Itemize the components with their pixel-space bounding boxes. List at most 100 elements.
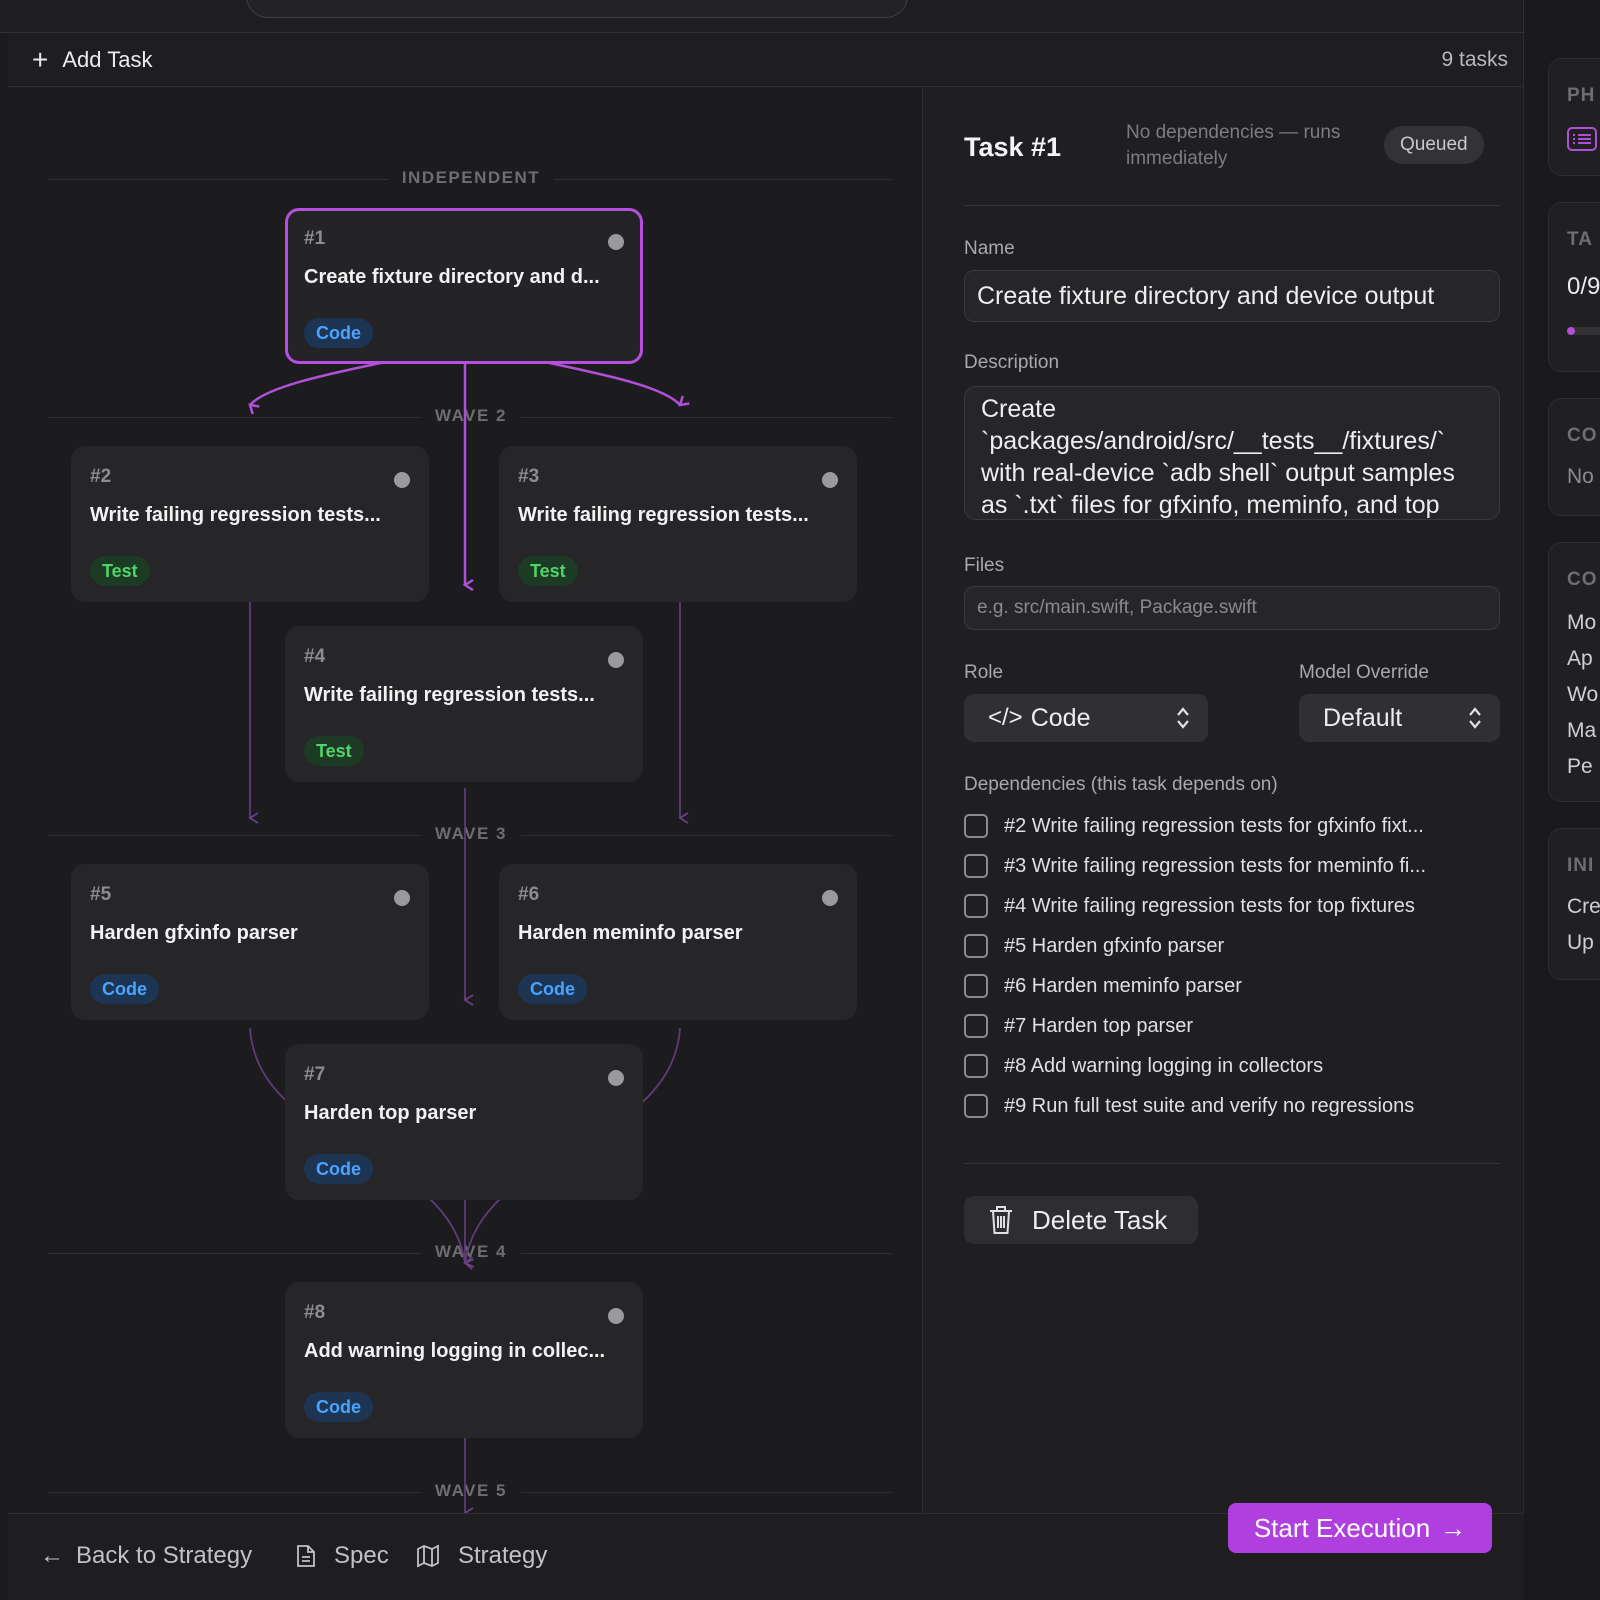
right-sidebar: PH TA 0/9 CO No CO Mo Ap Wo Ma Pe INI Cr… (1524, 0, 1600, 1600)
model-override-label: Model Override (1299, 662, 1429, 683)
dependency-item[interactable]: #9 Run full test suite and verify no reg… (964, 1086, 1524, 1126)
bottom-bar: ← Back to Strategy Spec Strategy Start E… (8, 1503, 1524, 1600)
task-card-1[interactable]: #1 Create fixture directory and d... Cod… (285, 208, 643, 364)
role-badge: Code (304, 1154, 373, 1184)
task-title: Write failing regression tests... (304, 684, 595, 706)
model-select-value: Default (1323, 703, 1403, 732)
task-number: #3 (518, 466, 540, 487)
role-badge: Code (304, 1392, 373, 1422)
sidebar-text: Cre (1567, 895, 1600, 918)
back-to-strategy-button[interactable]: ← Back to Strategy (40, 1542, 252, 1570)
model-override-select[interactable]: Default (1299, 694, 1500, 742)
spec-button[interactable]: Spec (296, 1542, 389, 1570)
checkbox[interactable] (964, 934, 988, 958)
status-dot (822, 890, 838, 906)
checkbox[interactable] (964, 814, 988, 838)
role-badge: Code (90, 974, 159, 1004)
progress-text: 0/9 (1567, 273, 1600, 300)
role-select-value: Code (1030, 703, 1091, 732)
task-card-3[interactable]: #3 Write failing regression tests... Tes… (499, 446, 857, 602)
status-dot (394, 472, 410, 488)
code-icon: </> (988, 704, 1023, 731)
add-task-button[interactable]: + Add Task (32, 45, 152, 75)
trash-icon (990, 1206, 1012, 1234)
status-dot (608, 652, 624, 668)
task-card-4[interactable]: #4 Write failing regression tests... Tes… (285, 626, 643, 782)
progress-fill (1567, 327, 1575, 335)
dependency-list: #2 Write failing regression tests for gf… (964, 806, 1524, 1126)
sidebar-card-ini: INI Cre Up (1548, 828, 1600, 980)
sidebar-heading: CO (1567, 425, 1598, 446)
divider (964, 205, 1500, 206)
role-label: Role (964, 662, 1004, 683)
detail-title: Task #1 (964, 132, 1062, 162)
role-badge: Test (90, 556, 150, 586)
dependency-item[interactable]: #5 Harden gfxinfo parser (964, 926, 1524, 966)
files-field[interactable] (964, 586, 1500, 630)
sidebar-text: Wo (1567, 683, 1599, 706)
sidebar-heading: PH (1567, 85, 1596, 106)
divider (964, 1163, 1500, 1164)
dependency-item[interactable]: #4 Write failing regression tests for to… (964, 886, 1524, 926)
dependency-item[interactable]: #6 Harden meminfo parser (964, 966, 1524, 1006)
task-card-7[interactable]: #7 Harden top parser Code (285, 1044, 643, 1200)
task-number: #7 (304, 1064, 326, 1085)
description-field[interactable]: Create `packages/android/src/__tests__/f… (964, 386, 1500, 520)
arrow-left-icon: ← (40, 1542, 64, 1569)
status-badge: Queued (1384, 126, 1484, 164)
task-title: Harden gfxinfo parser (90, 922, 298, 944)
role-select[interactable]: </> Code (964, 694, 1208, 742)
task-number: #1 (304, 228, 326, 249)
wave-label-5: WAVE 5 (421, 1481, 521, 1501)
task-title: Write failing regression tests... (518, 504, 809, 526)
task-detail-panel: Task #1 No dependencies — runs immediate… (924, 88, 1524, 1513)
task-card-2[interactable]: #2 Write failing regression tests... Tes… (71, 446, 429, 602)
strategy-button[interactable]: Strategy (416, 1542, 547, 1570)
sidebar-text: Ma (1567, 719, 1597, 742)
checkbox[interactable] (964, 854, 988, 878)
task-number: #6 (518, 884, 540, 905)
task-card-5[interactable]: #5 Harden gfxinfo parser Code (71, 864, 429, 1020)
progress-bar (1567, 327, 1600, 335)
dependency-item[interactable]: #7 Harden top parser (964, 1006, 1524, 1046)
dependency-item[interactable]: #2 Write failing regression tests for gf… (964, 806, 1524, 846)
sidebar-text: Up (1567, 931, 1594, 954)
checkbox[interactable] (964, 974, 988, 998)
role-badge: Test (304, 736, 364, 766)
sidebar-heading: INI (1567, 855, 1595, 876)
sidebar-card-tasks: TA 0/9 (1548, 202, 1600, 372)
checkbox[interactable] (964, 1054, 988, 1078)
add-task-label: Add Task (62, 47, 153, 72)
task-number: #2 (90, 466, 112, 487)
sidebar-card-phase: PH (1548, 58, 1600, 176)
checkbox[interactable] (964, 1094, 988, 1118)
status-dot (394, 890, 410, 906)
task-card-8[interactable]: #8 Add warning logging in collec... Code (285, 1282, 643, 1438)
status-dot (608, 234, 624, 250)
top-input-pill[interactable] (246, 0, 908, 18)
chevron-updown-icon (1177, 707, 1189, 729)
files-label: Files (964, 555, 1005, 576)
status-dot (608, 1070, 624, 1086)
dependency-item[interactable]: #3 Write failing regression tests for me… (964, 846, 1524, 886)
checkbox[interactable] (964, 894, 988, 918)
dependency-item[interactable]: #8 Add warning logging in collectors (964, 1046, 1524, 1086)
wave-label-independent: INDEPENDENT (387, 168, 555, 188)
name-label: Name (964, 238, 1015, 259)
name-field[interactable] (964, 270, 1500, 322)
status-dot (822, 472, 838, 488)
toolbar: + Add Task 9 tasks (8, 33, 1524, 87)
task-card-6[interactable]: #6 Harden meminfo parser Code (499, 864, 857, 1020)
checkbox[interactable] (964, 1014, 988, 1038)
start-execution-button[interactable]: Start Execution → (1228, 1503, 1492, 1553)
wave-label-3: WAVE 3 (421, 824, 521, 844)
sidebar-heading: TA (1567, 229, 1593, 250)
start-execution-label: Start Execution (1253, 1512, 1431, 1543)
map-icon (417, 1544, 439, 1568)
plus-icon: + (32, 44, 49, 75)
task-graph[interactable]: INDEPENDENT WAVE 2 WAVE 3 WAVE 4 WAVE 5 (8, 88, 923, 1513)
delete-task-label: Delete Task (1032, 1204, 1168, 1235)
wave-label-4: WAVE 4 (421, 1242, 521, 1262)
task-number: #5 (90, 884, 112, 905)
delete-task-button[interactable]: Delete Task (964, 1196, 1198, 1244)
